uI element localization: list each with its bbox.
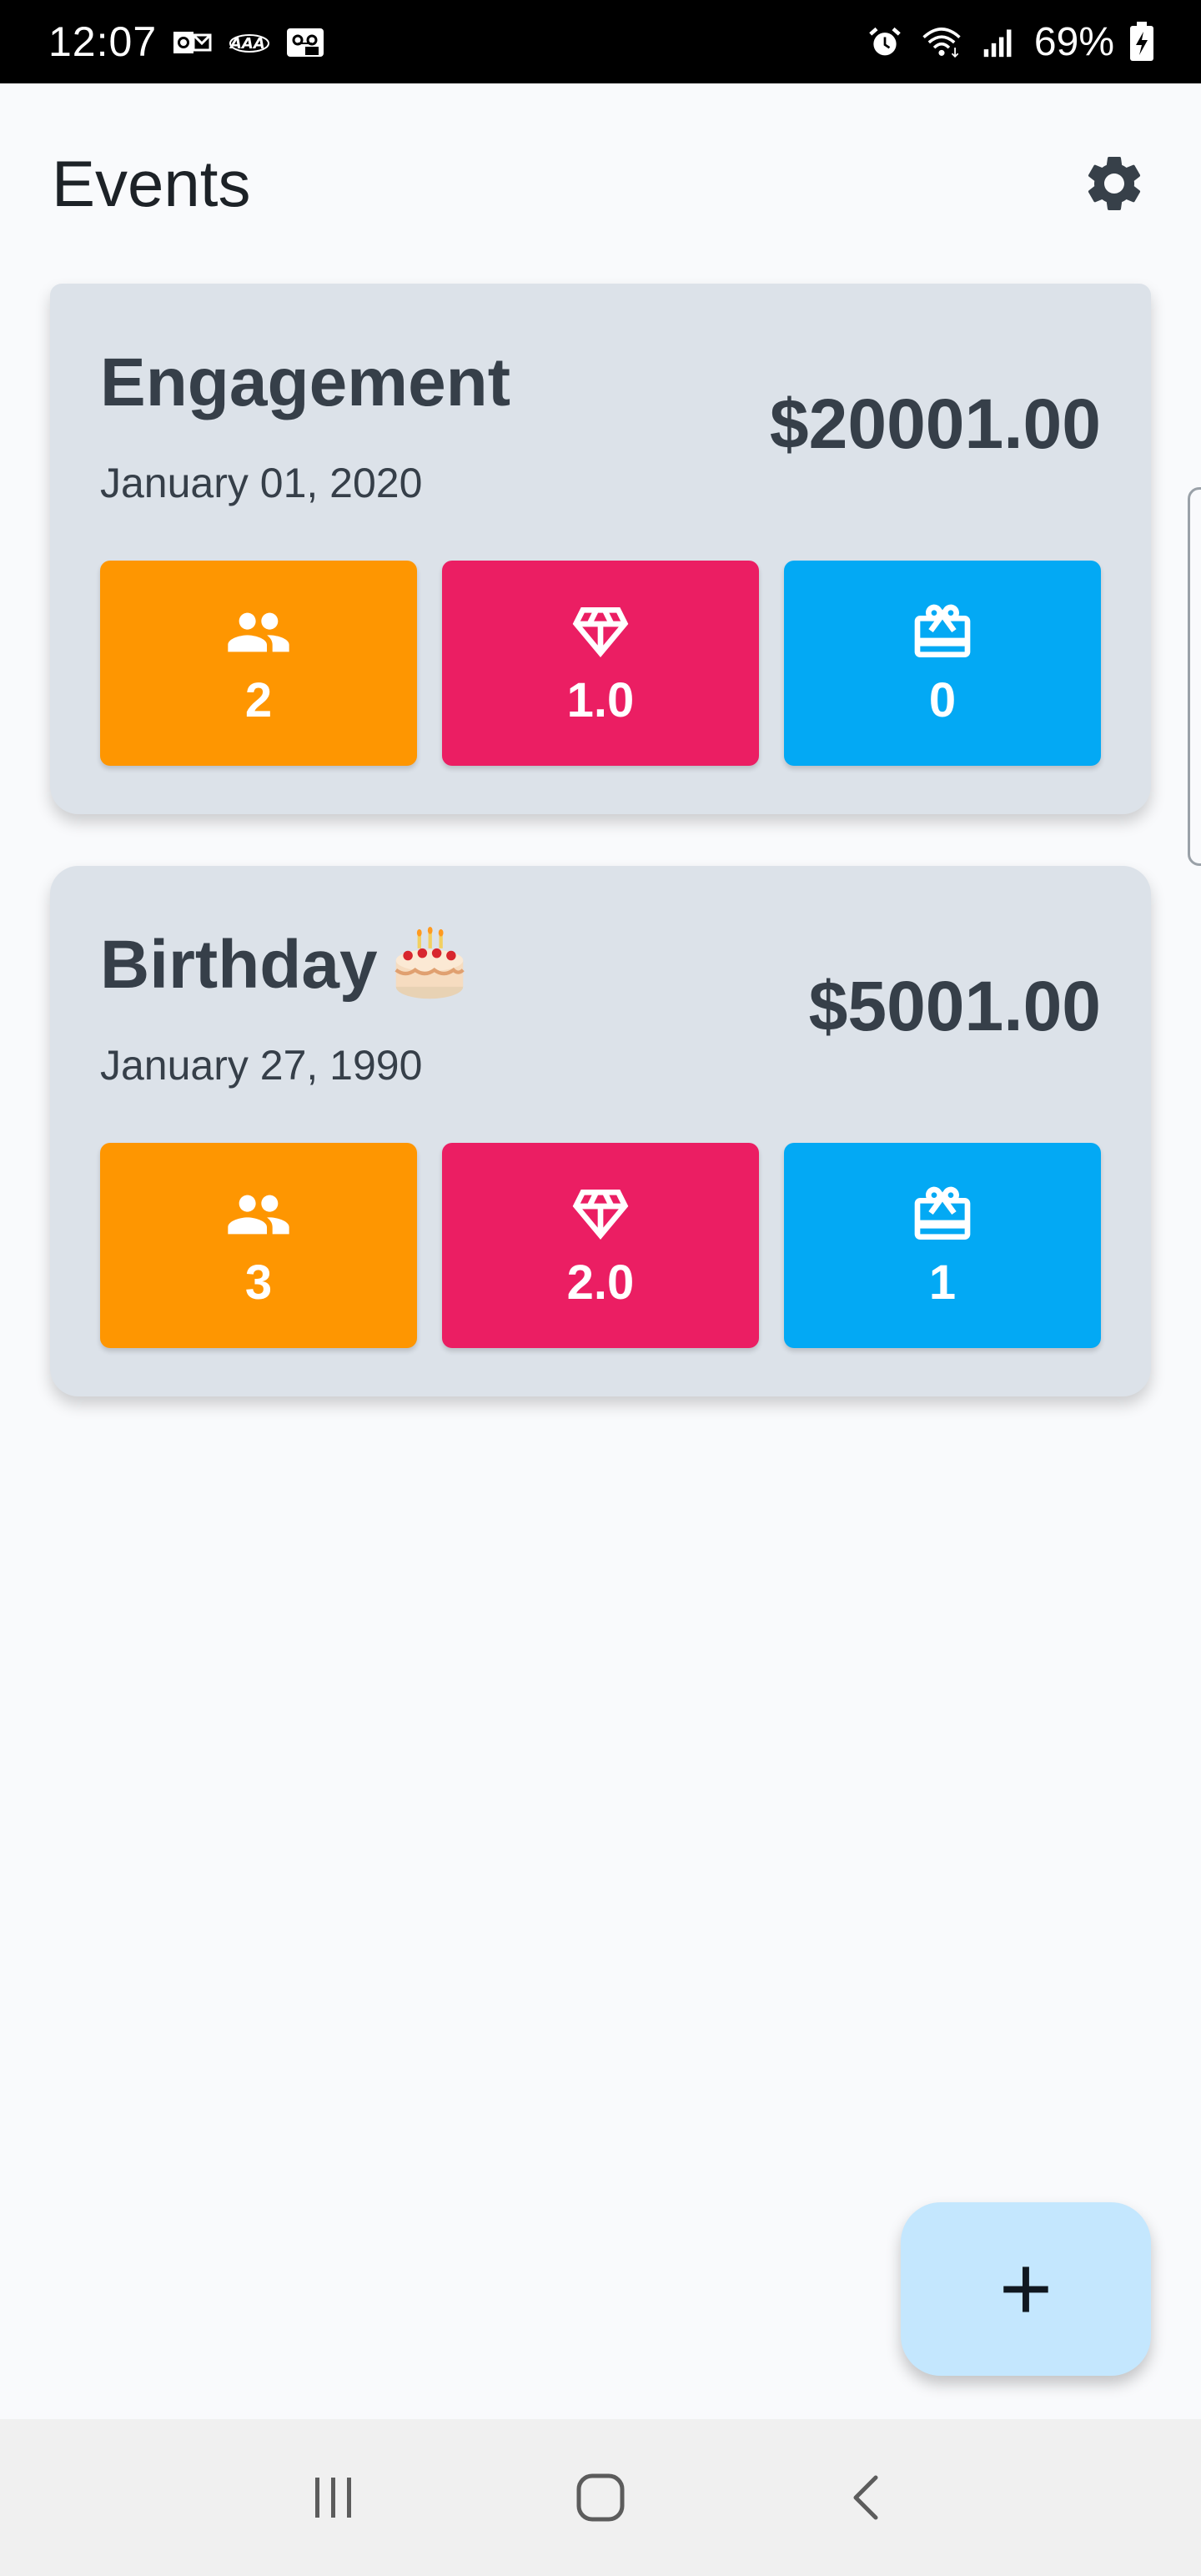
guests-count: 3 <box>244 1255 273 1310</box>
event-title-row: Birthday <box>100 926 468 1004</box>
diamond-icon <box>572 606 629 657</box>
gift-card-icon <box>914 1186 971 1240</box>
event-date: January 01, 2020 <box>100 460 423 506</box>
edge-panel-handle[interactable] <box>1188 487 1201 866</box>
navigation-bar <box>0 2419 1201 2576</box>
event-title: Engagement <box>100 345 511 420</box>
birthday-cake-icon <box>394 927 465 999</box>
diamond-icon <box>572 1189 629 1240</box>
people-icon <box>228 1195 289 1234</box>
status-right: 69% <box>864 19 1154 65</box>
home-button[interactable] <box>559 2456 642 2539</box>
points-value: 1.0 <box>566 672 635 727</box>
battery-percentage: 69% <box>1033 19 1114 64</box>
back-icon <box>853 2475 878 2520</box>
home-icon <box>576 2473 625 2522</box>
guests-tile[interactable]: 2 <box>100 561 417 766</box>
points-tile[interactable]: 1.0 <box>442 561 759 766</box>
event-title: Birthday <box>100 927 378 1003</box>
battery-charging-icon <box>1130 22 1153 61</box>
event-stats: 3 2.0 1 <box>100 1143 1101 1348</box>
app-bar: Events <box>0 83 1201 284</box>
event-card[interactable]: Birthday January 27, 1990 $5001.00 3 2.0… <box>50 866 1151 1396</box>
gift-card-icon <box>914 604 971 657</box>
guests-count: 2 <box>244 672 273 727</box>
event-date: January 27, 1990 <box>100 1042 423 1089</box>
status-time: 12:07 <box>48 18 158 65</box>
gifts-count: 1 <box>928 1255 957 1310</box>
plus-icon: + <box>998 2237 1053 2340</box>
signal-icon <box>983 29 1012 58</box>
page-title: Events <box>52 146 251 220</box>
points-value: 2.0 <box>566 1255 635 1310</box>
add-event-button[interactable]: + <box>901 2202 1151 2376</box>
gifts-tile[interactable]: 1 <box>784 1143 1101 1348</box>
recent-apps-icon <box>315 2478 351 2518</box>
wifi-icon <box>922 28 961 58</box>
gear-icon <box>1088 156 1141 210</box>
alarm-icon <box>869 27 901 56</box>
guests-tile[interactable]: 3 <box>100 1143 417 1348</box>
event-amount: $5001.00 <box>808 967 1101 1045</box>
status-bar: 12:07 AAA 69% <box>0 0 1201 83</box>
outlook-icon <box>173 32 212 53</box>
event-card[interactable]: Engagement January 01, 2020 $20001.00 2 … <box>50 284 1151 814</box>
points-tile[interactable]: 2.0 <box>442 1143 759 1348</box>
settings-button[interactable] <box>1074 143 1154 224</box>
back-button[interactable] <box>826 2456 909 2539</box>
event-amount: $20001.00 <box>769 385 1101 463</box>
event-stats: 2 1.0 0 <box>100 561 1101 766</box>
status-left: 12:07 AAA <box>48 18 327 66</box>
gifts-count: 0 <box>928 672 957 727</box>
people-icon <box>228 612 289 652</box>
voicemail-icon <box>287 28 324 57</box>
event-title-row: Engagement <box>100 344 510 422</box>
aaa-icon: AAA <box>229 34 270 53</box>
gifts-tile[interactable]: 0 <box>784 561 1101 766</box>
recent-apps-button[interactable] <box>292 2456 375 2539</box>
